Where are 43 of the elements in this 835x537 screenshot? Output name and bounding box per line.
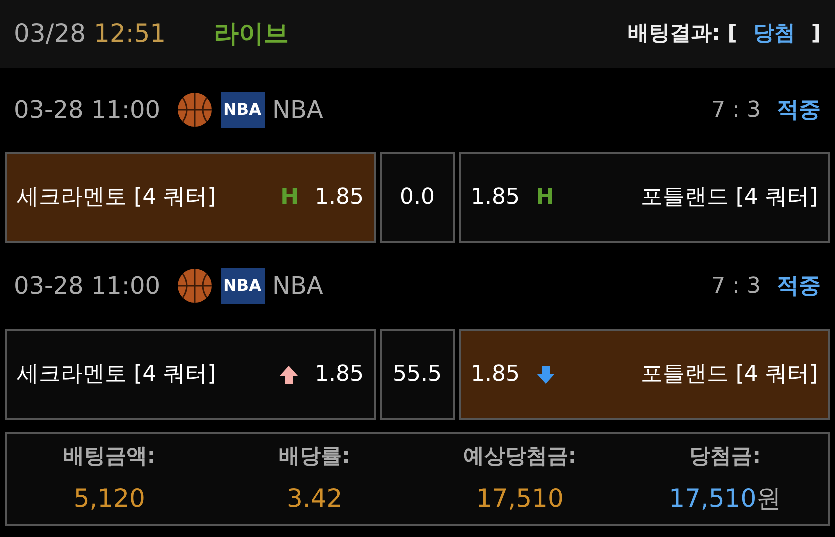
odds-value: 1.85 bbox=[471, 184, 520, 212]
header-time: 12:51 bbox=[94, 18, 166, 50]
summary-value: 5,120 bbox=[74, 484, 146, 513]
result-label: 배팅결과: [ bbox=[628, 20, 738, 48]
basketball-icon bbox=[176, 268, 213, 304]
summary-value: 17,510 bbox=[476, 484, 564, 513]
odds-value: 1.85 bbox=[315, 184, 364, 212]
home-bet-option[interactable]: 세크라멘토 [4 쿼터] 1.85 bbox=[5, 329, 376, 420]
result-bracket: ] bbox=[811, 20, 821, 48]
match-outcome: 적중 bbox=[777, 272, 821, 300]
result-value: 당첨 bbox=[753, 20, 796, 48]
away-bet-option[interactable]: 1.85 포틀랜드 [4 쿼터] bbox=[459, 329, 830, 420]
odds-value: 1.85 bbox=[471, 361, 520, 389]
summary-value: 17,510 bbox=[669, 484, 757, 513]
home-bet-option[interactable]: 세크라멘토 [4 쿼터] H 1.85 bbox=[5, 152, 376, 243]
match-datetime: 03-28 11:00 bbox=[14, 95, 161, 126]
odds-value: 1.85 bbox=[315, 361, 364, 389]
currency-unit: 원 bbox=[756, 484, 782, 513]
league-logo-badge: NBA bbox=[220, 92, 264, 128]
team-name: 세크라멘토 [4 쿼터] bbox=[17, 361, 216, 389]
match-datetime: 03-28 11:00 bbox=[14, 271, 161, 302]
away-bet-option[interactable]: 1.85 H 포틀랜드 [4 쿼터] bbox=[459, 152, 830, 243]
down-arrow-icon bbox=[536, 364, 556, 384]
up-arrow-icon bbox=[279, 364, 300, 384]
match-score: 7 : 3 bbox=[712, 272, 761, 300]
handicap-marker: H bbox=[280, 184, 300, 212]
live-status: 라이브 bbox=[214, 18, 290, 50]
handicap-marker: H bbox=[536, 184, 554, 212]
basketball-icon bbox=[176, 92, 213, 128]
match-score: 7 : 3 bbox=[712, 96, 761, 124]
summary-label: 당첨금: bbox=[688, 442, 762, 470]
header-date: 03/28 bbox=[14, 18, 86, 50]
summary-label: 배당률: bbox=[278, 442, 352, 470]
league-name: NBA bbox=[272, 95, 324, 126]
match-outcome: 적중 bbox=[777, 96, 821, 124]
summary-label: 예상당첨금: bbox=[462, 442, 578, 470]
team-name: 포틀랜드 [4 쿼터] bbox=[640, 184, 818, 212]
league-name: NBA bbox=[272, 271, 324, 302]
team-name: 세크라멘토 [4 쿼터] bbox=[17, 184, 216, 212]
team-name: 포틀랜드 [4 쿼터] bbox=[640, 361, 818, 389]
summary-value: 3.42 bbox=[287, 484, 343, 513]
league-logo-badge: NBA bbox=[220, 268, 264, 304]
summary-label: 배팅금액: bbox=[62, 442, 157, 470]
